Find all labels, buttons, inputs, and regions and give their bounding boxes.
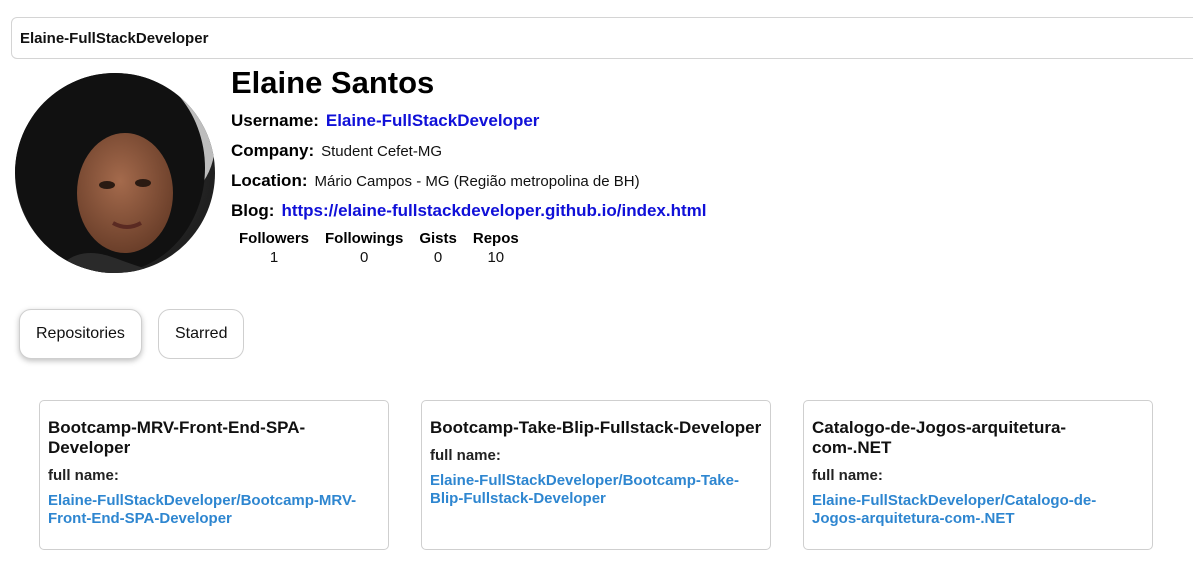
stats: Followers 1 Followings 0 Gists 0 Repos 1…	[239, 230, 707, 267]
company-value: Student Cefet-MG	[321, 143, 443, 160]
username-link[interactable]: Elaine-FullStackDeveloper	[326, 111, 540, 130]
blog-label: Blog:	[231, 201, 275, 220]
repo-full-name-link[interactable]: Elaine-FullStackDeveloper/Bootcamp-Take-…	[430, 472, 762, 508]
repo-card[interactable]: Bootcamp-MRV-Front-End-SPA-Developer ful…	[39, 400, 389, 550]
stat-followings: Followings 0	[325, 230, 403, 267]
repo-title: Bootcamp-MRV-Front-End-SPA-Developer	[48, 418, 306, 457]
stat-value: 1	[269, 249, 279, 266]
stat-label: Gists	[419, 230, 457, 247]
username-label: Username:	[231, 111, 319, 130]
stat-label: Repos	[472, 230, 519, 247]
stat-value: 10	[487, 249, 505, 266]
stat-value: 0	[433, 249, 443, 266]
repo-title: Bootcamp-Take-Blip-Fullstack-Developer	[430, 418, 762, 437]
repo-full-name-link[interactable]: Elaine-FullStackDeveloper/Catalogo-de-Jo…	[812, 492, 1144, 528]
username-row: Username: Elaine-FullStackDeveloper	[231, 111, 707, 132]
profile-name: Elaine Santos	[231, 65, 435, 100]
tab-starred[interactable]: Starred	[158, 309, 245, 359]
location-value: Mário Campos - MG (Região metropolina de…	[314, 173, 640, 190]
repo-title: Catalogo-de-Jogos-arquitetura-com-.NET	[812, 418, 1067, 457]
repo-full-name-label: full name:	[48, 467, 119, 484]
search-input[interactable]	[11, 17, 1193, 59]
repo-full-name-label: full name:	[812, 467, 883, 484]
repo-full-name-label: full name:	[430, 447, 501, 464]
repo-card[interactable]: Catalogo-de-Jogos-arquitetura-com-.NET f…	[803, 400, 1153, 550]
company-row: Company: Student Cefet-MG	[231, 141, 707, 162]
stat-value: 0	[360, 249, 369, 266]
tab-repositories[interactable]: Repositories	[19, 309, 142, 359]
location-row: Location: Mário Campos - MG (Região metro…	[231, 171, 707, 192]
blog-row: Blog: https://elaine-fullstackdeveloper.g…	[231, 201, 707, 222]
avatar	[15, 73, 215, 273]
stat-label: Followings	[325, 230, 404, 247]
company-label: Company:	[231, 141, 315, 160]
profile-info: Elaine Santos Username: Elaine-FullStackD…	[231, 64, 707, 267]
repo-card[interactable]: Bootcamp-Take-Blip-Fullstack-Developer f…	[421, 400, 771, 550]
repo-full-name-link[interactable]: Elaine-FullStackDeveloper/Bootcamp-MRV-F…	[48, 492, 380, 528]
stat-repos: Repos 10	[473, 230, 519, 267]
location-label: Location:	[231, 171, 308, 190]
blog-link[interactable]: https://elaine-fullstackdeveloper.github…	[281, 201, 706, 220]
stat-label: Followers	[239, 230, 310, 247]
stat-gists: Gists 0	[419, 230, 457, 267]
stat-followers: Followers 1	[239, 230, 309, 267]
